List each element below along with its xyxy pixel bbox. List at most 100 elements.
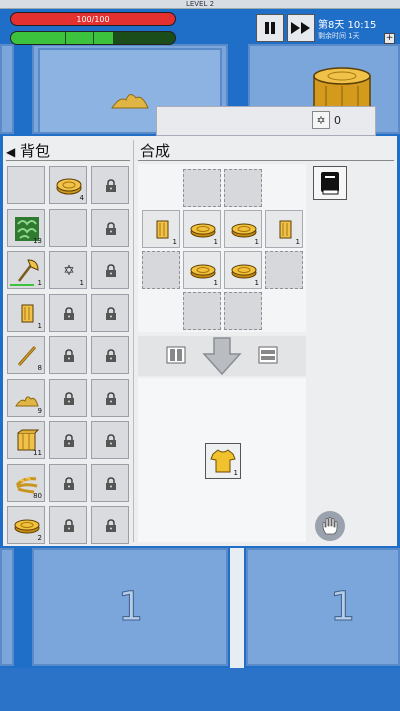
disc-icon bbox=[14, 513, 40, 539]
lock-icon bbox=[64, 434, 74, 447]
item-count: 1 bbox=[213, 238, 218, 246]
crafting-slot[interactable]: 1 bbox=[142, 210, 180, 248]
item-count: 1 bbox=[213, 279, 218, 287]
item-count: 1 bbox=[79, 279, 84, 287]
locked-inventory-slot bbox=[91, 208, 129, 247]
log-icon bbox=[56, 173, 82, 199]
item-count: 4 bbox=[79, 194, 84, 202]
result-slot[interactable]: 1 bbox=[205, 443, 241, 479]
lock-icon bbox=[106, 264, 116, 277]
item-count: 9 bbox=[37, 406, 42, 415]
crafting-slot[interactable] bbox=[224, 169, 262, 207]
lock-icon bbox=[106, 434, 116, 447]
fast-forward-icon bbox=[291, 22, 310, 34]
locked-inventory-slot bbox=[49, 293, 87, 332]
crafting-slot[interactable] bbox=[142, 251, 180, 289]
inventory-slot[interactable]: ✡ 1 bbox=[49, 251, 87, 289]
split-vertical-icon[interactable] bbox=[166, 346, 186, 364]
world-tile bbox=[246, 548, 400, 666]
health-bar: 100/100 bbox=[10, 12, 176, 26]
lock-icon bbox=[106, 391, 116, 405]
inventory-slot[interactable]: 1 bbox=[7, 293, 45, 332]
locked-inventory-slot bbox=[49, 506, 87, 544]
inventory-slot[interactable]: 9 bbox=[7, 378, 45, 417]
pause-icon bbox=[265, 22, 275, 34]
locked-inventory-slot bbox=[91, 421, 129, 459]
lock-icon bbox=[64, 476, 74, 490]
triangle-left-icon[interactable]: ◀ bbox=[6, 145, 15, 159]
crafting-slot[interactable]: 1 bbox=[265, 210, 303, 248]
level-label: LEVEL 2 bbox=[0, 0, 400, 9]
sawdust-icon bbox=[14, 386, 40, 412]
item-count: 1 bbox=[37, 321, 42, 330]
fast-forward-button[interactable] bbox=[287, 14, 315, 42]
stamina-bar bbox=[10, 31, 176, 45]
locked-inventory-slot bbox=[49, 463, 87, 502]
stamina-bar-fill bbox=[11, 32, 113, 44]
locked-inventory-slot bbox=[49, 421, 87, 459]
item-count: 1 bbox=[295, 238, 300, 246]
inventory-slot[interactable]: 13 bbox=[7, 208, 45, 247]
inventory-slot[interactable] bbox=[49, 208, 87, 247]
road bbox=[0, 668, 400, 711]
locked-inventory-slot bbox=[91, 506, 129, 544]
inventory-slot[interactable]: 4 bbox=[49, 166, 87, 204]
hand-icon bbox=[322, 517, 338, 535]
inventory-header[interactable]: ◀ 背包 bbox=[6, 140, 50, 161]
item-count: 1 bbox=[254, 279, 259, 287]
hand-button[interactable] bbox=[315, 511, 345, 541]
crafting-slot[interactable]: 1 bbox=[224, 210, 262, 248]
crafting-slot[interactable] bbox=[224, 292, 262, 330]
plus-button[interactable]: + bbox=[384, 33, 395, 44]
health-text: 100/100 bbox=[76, 15, 110, 24]
crafting-title: 合成 bbox=[140, 142, 171, 160]
inventory-slot[interactable]: 11 bbox=[7, 421, 45, 459]
item-count: 80 bbox=[33, 491, 42, 500]
crafting-slot[interactable] bbox=[183, 169, 221, 207]
lock-icon bbox=[64, 306, 74, 320]
pause-button[interactable] bbox=[256, 14, 284, 42]
crafting-slot[interactable] bbox=[265, 251, 303, 289]
lock-icon bbox=[64, 391, 74, 405]
shirt-icon bbox=[210, 449, 236, 473]
crafting-slot[interactable] bbox=[183, 292, 221, 330]
lock-icon bbox=[106, 519, 116, 532]
inventory-slot[interactable] bbox=[7, 166, 45, 204]
locked-inventory-slot bbox=[91, 463, 129, 502]
split-horizontal-icon[interactable] bbox=[258, 346, 278, 364]
item-count: 8 bbox=[37, 364, 42, 372]
down-arrow-icon bbox=[202, 337, 242, 376]
inventory-slot[interactable]: 80 bbox=[7, 463, 45, 502]
item-count: 13 bbox=[33, 236, 42, 245]
sawdust-pile-icon bbox=[111, 94, 149, 109]
recipe-book-button[interactable] bbox=[313, 166, 347, 200]
lock-icon bbox=[64, 349, 74, 362]
crafting-slot[interactable]: 1 bbox=[224, 251, 262, 289]
locked-inventory-slot bbox=[49, 336, 87, 374]
lock-icon bbox=[64, 519, 74, 532]
locked-inventory-slot bbox=[91, 293, 129, 332]
star-count: 0 bbox=[334, 114, 341, 127]
inventory-slot[interactable]: 2 bbox=[7, 506, 45, 544]
crafting-grid-area bbox=[138, 164, 306, 332]
world-number-left: 1 bbox=[117, 584, 144, 631]
locked-inventory-slot bbox=[49, 378, 87, 417]
day-time-text: 第8天 10:15 bbox=[318, 20, 377, 31]
stick-icon bbox=[14, 343, 40, 369]
svg-text:✡: ✡ bbox=[63, 263, 75, 279]
world-number-right: 1 bbox=[329, 584, 356, 631]
world-tile bbox=[0, 44, 14, 134]
lock-icon bbox=[106, 349, 116, 362]
crafting-slot[interactable]: 1 bbox=[183, 210, 221, 248]
lock-icon bbox=[106, 179, 116, 192]
inventory-title: 背包 bbox=[20, 142, 51, 160]
locked-inventory-slot bbox=[91, 166, 129, 204]
lock-icon bbox=[106, 306, 116, 320]
inventory-slot[interactable]: 8 bbox=[7, 336, 45, 374]
item-count: 2 bbox=[37, 534, 42, 542]
inventory-slot[interactable]: 1 bbox=[7, 251, 45, 289]
item-count: 1 bbox=[172, 238, 177, 246]
star-icon: ✡ bbox=[56, 258, 82, 284]
crafting-slot[interactable]: 1 bbox=[183, 251, 221, 289]
result-count: 1 bbox=[233, 469, 238, 477]
